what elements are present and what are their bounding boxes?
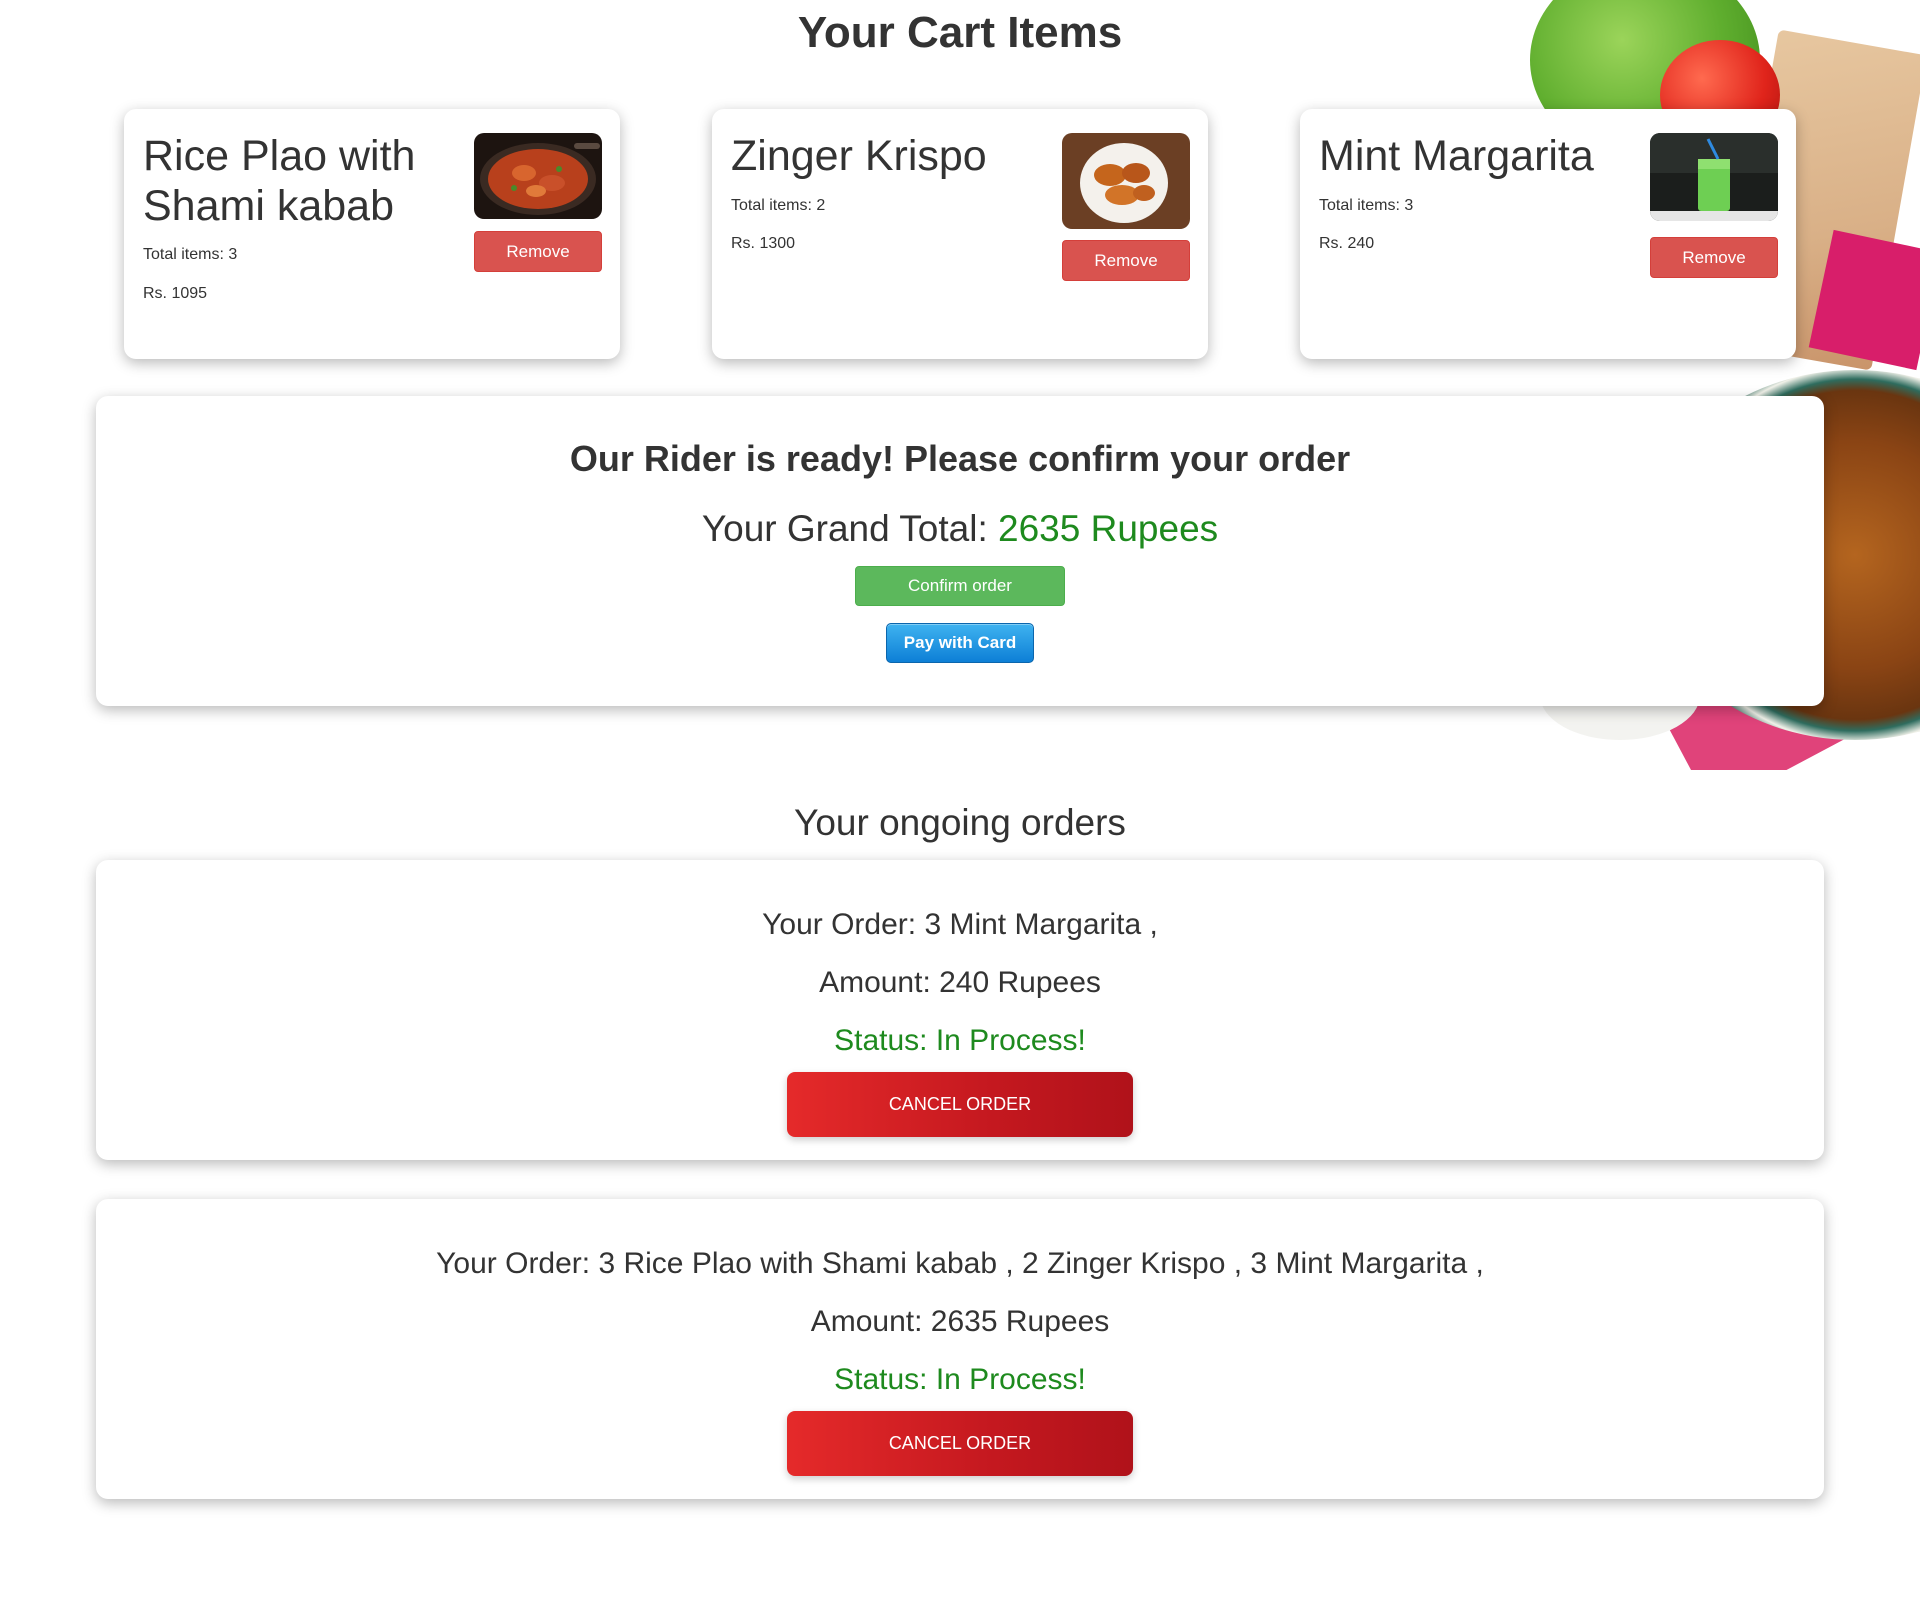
cancel-order-button[interactable]: CANCEL ORDER — [787, 1072, 1133, 1137]
remove-button[interactable]: Remove — [474, 231, 602, 272]
cart-item-price: Rs. 1095 — [143, 285, 208, 302]
cart-item-card: Mint Margarita Total items: 3 Rs. 240 Re… — [1300, 109, 1796, 359]
order-confirmation-panel: Our Rider is ready! Please confirm your … — [96, 396, 1824, 706]
cart-item-card: Zinger Krispo Total items: 2 Rs. 1300 Re… — [712, 109, 1208, 359]
cart-item-name: Mint Margarita — [1319, 132, 1594, 180]
cart-item-card: Rice Plao with Shami kabab Total items: … — [124, 109, 620, 359]
confirm-order-button[interactable]: Confirm order — [855, 566, 1065, 606]
ongoing-order-card: Your Order: 3 Rice Plao with Shami kabab… — [96, 1199, 1824, 1499]
pay-with-card-button[interactable]: Pay with Card — [886, 623, 1034, 663]
order-status: Status: In Process! — [834, 1363, 1086, 1396]
grand-total-amount: 2635 Rupees — [998, 508, 1219, 549]
cart-item-price: Rs. 1300 — [731, 235, 796, 252]
grand-total: Your Grand Total: 2635 Rupees — [96, 508, 1824, 550]
remove-button[interactable]: Remove — [1650, 237, 1778, 278]
rider-ready-heading: Our Rider is ready! Please confirm your … — [569, 438, 1351, 479]
cart-item-name: Zinger Krispo — [731, 132, 987, 180]
cart-item-quantity: Total items: 3 — [143, 246, 238, 263]
cart-item-name: Rice Plao with Shami kabab — [143, 132, 416, 230]
order-amount: Amount: 240 Rupees — [819, 966, 1101, 999]
cart-item-quantity: Total items: 2 — [731, 197, 826, 214]
food-photo-fried-chicken-icon — [1062, 133, 1190, 229]
grand-total-label: Your Grand Total: — [701, 508, 999, 549]
cart-item-price: Rs. 240 — [1319, 235, 1375, 252]
order-status: Status: In Process! — [834, 1024, 1086, 1057]
food-photo-curry-icon — [474, 133, 602, 219]
order-items: Your Order: 3 Rice Plao with Shami kabab… — [436, 1247, 1484, 1280]
cancel-order-button[interactable]: CANCEL ORDER — [787, 1411, 1133, 1476]
order-items: Your Order: 3 Mint Margarita , — [762, 908, 1158, 941]
remove-button[interactable]: Remove — [1062, 240, 1190, 281]
order-amount: Amount: 2635 Rupees — [810, 1305, 1110, 1338]
food-photo-green-drink-icon — [1650, 133, 1778, 221]
ongoing-orders-title: Your ongoing orders — [794, 802, 1126, 843]
cart-item-quantity: Total items: 3 — [1319, 197, 1414, 214]
ongoing-order-card: Your Order: 3 Mint Margarita , Amount: 2… — [96, 860, 1824, 1160]
cart-title: Your Cart Items — [797, 8, 1123, 57]
